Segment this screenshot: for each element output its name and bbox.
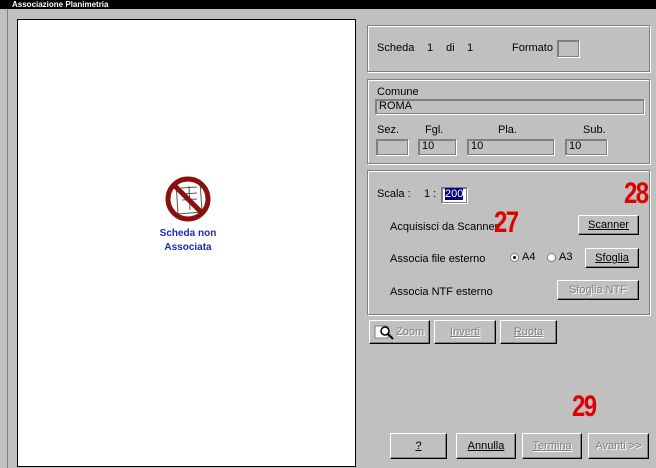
- radio-a4[interactable]: A4: [510, 251, 535, 263]
- scala-label: Scala :: [377, 188, 411, 200]
- window-left-edge: [0, 9, 8, 468]
- callout-28: 28: [624, 177, 649, 210]
- formato-field[interactable]: [557, 40, 579, 57]
- scheda-total: 1: [467, 42, 474, 54]
- radio-a3-dot: [547, 252, 556, 262]
- radio-a4-dot: [510, 252, 519, 262]
- file-esterno-label: Associa file esterno: [390, 253, 486, 265]
- radio-a3-label: A3: [559, 251, 573, 263]
- sfoglia-ntf-button[interactable]: Sfoglia NTF: [557, 280, 639, 300]
- scala-value: 200: [445, 188, 464, 200]
- comune-field[interactable]: ROMA: [375, 99, 644, 114]
- no-plan-icon: [165, 176, 211, 222]
- fgl-label: Fgl.: [425, 124, 444, 136]
- callout-29: 29: [572, 390, 597, 423]
- scheda-current: 1: [427, 42, 434, 54]
- sub-field[interactable]: 10: [565, 139, 607, 155]
- formato-label: Formato: [512, 42, 553, 54]
- comune-label: Comune: [377, 86, 419, 98]
- fgl-field[interactable]: 10: [418, 139, 456, 155]
- scanner-label: Acquisisci da Scanner: [390, 221, 499, 233]
- help-button[interactable]: ?: [390, 433, 447, 459]
- scheda-label: Scheda: [377, 42, 415, 54]
- zoom-icon: [374, 325, 394, 340]
- zoom-button[interactable]: Zoom: [369, 320, 430, 344]
- no-association-indicator: Scheda non Associata: [138, 172, 238, 254]
- scala-prefix: 1 :: [424, 188, 437, 200]
- window-title: Associazione Planimetria: [0, 0, 656, 9]
- scheda-di-label: di: [446, 42, 455, 54]
- ruota-button[interactable]: Ruota: [500, 320, 557, 344]
- inverti-button[interactable]: Inverti: [434, 320, 496, 344]
- no-association-line1: Scheda non: [159, 228, 217, 239]
- radio-a4-label: A4: [522, 251, 536, 263]
- sub-label: Sub.: [583, 124, 606, 136]
- ntf-label: Associa NTF esterno: [390, 286, 493, 298]
- no-association-line2: Associata: [164, 242, 212, 253]
- pla-label: Pla.: [498, 124, 517, 136]
- pla-field[interactable]: 10: [467, 139, 554, 155]
- avanti-button[interactable]: Avanti >>: [588, 433, 649, 459]
- sez-field[interactable]: [376, 139, 408, 155]
- termina-button[interactable]: Termina: [522, 433, 582, 459]
- radio-a3[interactable]: A3: [547, 251, 572, 263]
- sez-label: Sez.: [377, 124, 400, 136]
- callout-27: 27: [494, 206, 519, 239]
- scala-input[interactable]: 200: [441, 187, 467, 203]
- annulla-button[interactable]: Annulla: [456, 433, 516, 459]
- sfoglia-button[interactable]: Sfoglia: [585, 248, 639, 268]
- scanner-button[interactable]: Scanner: [578, 215, 639, 235]
- preview-pane: Scheda non Associata: [17, 19, 356, 467]
